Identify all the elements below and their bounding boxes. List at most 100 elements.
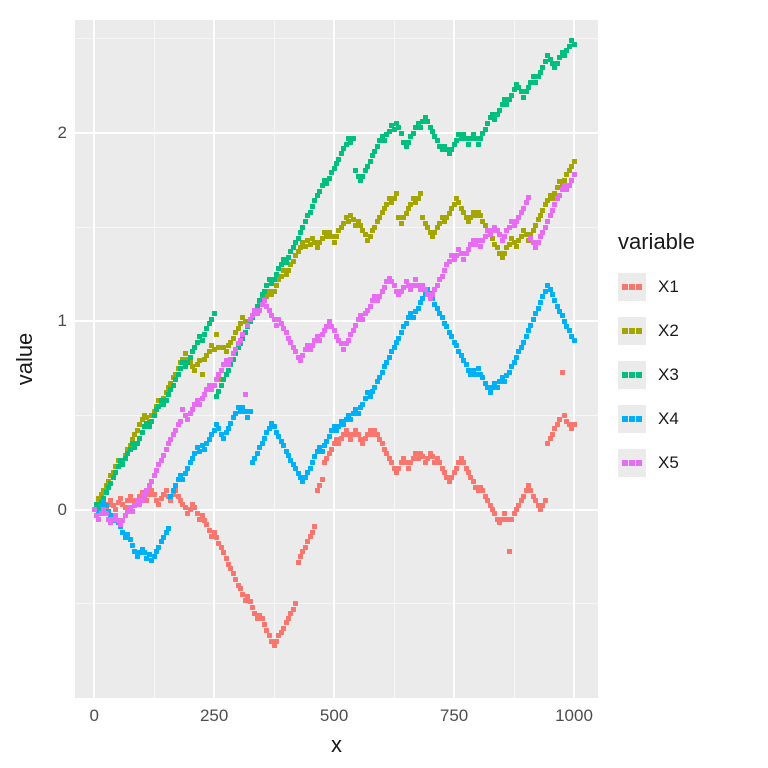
data-point xyxy=(111,475,116,480)
data-point xyxy=(449,475,454,480)
data-point xyxy=(480,488,485,493)
data-point xyxy=(238,338,243,343)
data-point xyxy=(137,436,142,441)
data-point xyxy=(120,462,125,467)
data-point xyxy=(212,383,217,388)
data-point xyxy=(360,317,365,322)
data-point xyxy=(372,225,377,230)
data-point xyxy=(128,537,133,542)
y-tick-label: 2 xyxy=(47,123,67,143)
data-point xyxy=(548,287,553,292)
data-point xyxy=(442,470,447,475)
data-point xyxy=(368,394,373,399)
data-point xyxy=(178,419,183,424)
data-point xyxy=(250,605,255,610)
data-point xyxy=(454,466,459,471)
data-point xyxy=(154,468,159,473)
data-point xyxy=(461,210,466,215)
legend-label: X2 xyxy=(658,321,679,341)
data-point xyxy=(478,136,483,141)
data-point xyxy=(375,432,380,437)
data-point xyxy=(228,421,233,426)
data-point xyxy=(130,543,135,548)
data-point xyxy=(190,407,195,412)
data-point xyxy=(164,488,169,493)
data-point xyxy=(336,441,341,446)
data-point xyxy=(435,138,440,143)
data-point xyxy=(200,338,205,343)
data-point xyxy=(531,74,536,79)
data-point xyxy=(317,338,322,343)
data-point xyxy=(96,517,101,522)
legend-item: X5 xyxy=(618,449,695,477)
data-point xyxy=(459,353,464,358)
data-point xyxy=(392,196,397,201)
data-point xyxy=(437,460,442,465)
data-point xyxy=(444,324,449,329)
data-point xyxy=(432,230,437,235)
data-point xyxy=(435,306,440,311)
data-point xyxy=(248,409,253,414)
data-point xyxy=(413,277,418,282)
data-point xyxy=(483,234,488,239)
legend-item: X1 xyxy=(618,273,695,301)
data-point xyxy=(418,125,423,130)
data-point xyxy=(507,549,512,554)
data-point xyxy=(152,473,157,478)
data-point xyxy=(320,449,325,454)
data-point xyxy=(130,509,135,514)
data-point xyxy=(332,328,337,333)
legend-item: X2 xyxy=(618,317,695,345)
data-point xyxy=(293,349,298,354)
data-point xyxy=(168,437,173,442)
data-point xyxy=(502,234,507,239)
data-point xyxy=(104,511,109,516)
data-point xyxy=(159,458,164,463)
data-point xyxy=(519,234,524,239)
legend-key xyxy=(618,273,646,301)
data-point xyxy=(476,142,481,147)
data-point xyxy=(533,311,538,316)
data-point xyxy=(569,164,574,169)
data-point xyxy=(219,368,224,373)
data-point xyxy=(197,402,202,407)
data-point xyxy=(185,360,190,365)
data-point xyxy=(572,172,577,177)
data-point xyxy=(192,345,197,350)
data-point xyxy=(267,633,272,638)
data-point xyxy=(538,213,543,218)
y-tick-label: 0 xyxy=(47,500,67,520)
data-point xyxy=(545,441,550,446)
data-point xyxy=(526,195,531,200)
data-point xyxy=(348,417,353,422)
data-point xyxy=(320,477,325,482)
data-point xyxy=(327,319,332,324)
data-point xyxy=(149,479,154,484)
data-point xyxy=(351,136,356,141)
data-point xyxy=(161,535,166,540)
data-point xyxy=(293,466,298,471)
data-point xyxy=(284,260,289,265)
data-point xyxy=(300,225,305,230)
data-point xyxy=(524,334,529,339)
data-point xyxy=(533,223,538,228)
data-point xyxy=(562,53,567,58)
data-point xyxy=(560,370,565,375)
data-point xyxy=(236,326,241,331)
data-point xyxy=(399,330,404,335)
data-point xyxy=(300,353,305,358)
data-point xyxy=(286,616,291,621)
data-point xyxy=(305,539,310,544)
data-point xyxy=(207,437,212,442)
legend-key xyxy=(618,405,646,433)
data-point xyxy=(245,323,250,328)
data-point xyxy=(173,483,178,488)
data-point xyxy=(392,283,397,288)
data-point xyxy=(312,198,317,203)
data-point xyxy=(202,392,207,397)
data-point xyxy=(353,168,358,173)
data-point xyxy=(228,357,233,362)
data-point xyxy=(312,454,317,459)
data-point xyxy=(212,311,217,316)
data-point xyxy=(449,334,454,339)
